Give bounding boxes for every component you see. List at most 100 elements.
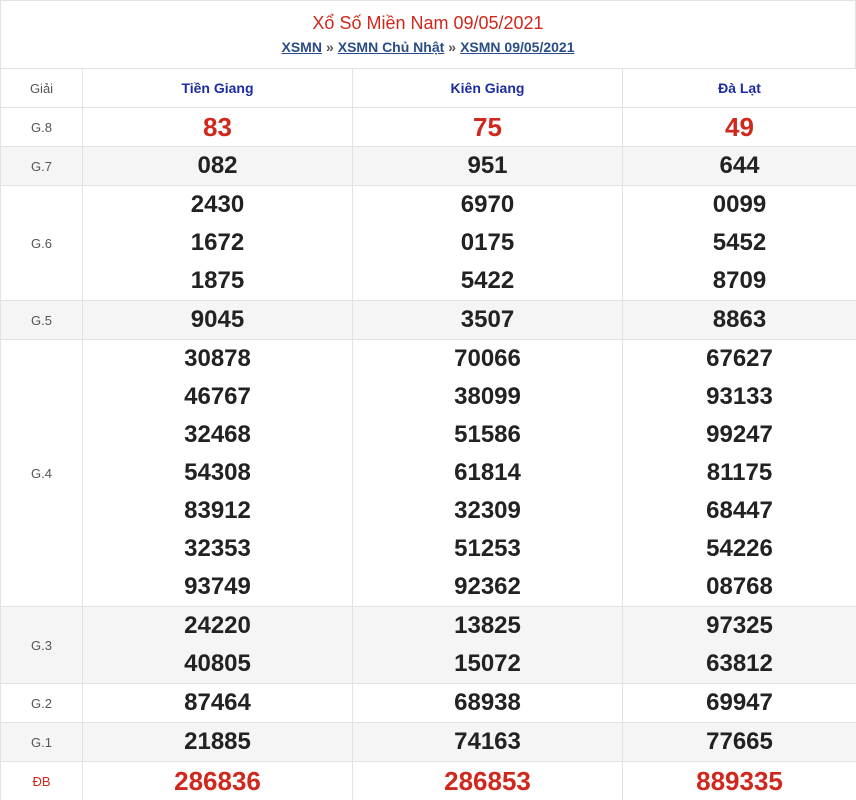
prize-label: G.5 xyxy=(0,300,83,340)
prize-label: G.7 xyxy=(0,146,83,186)
winning-number: 40805 xyxy=(184,650,251,677)
result-cell: 3507 xyxy=(352,300,623,340)
winning-number: 082 xyxy=(197,152,238,179)
winning-number: 38099 xyxy=(454,383,521,410)
winning-number: 13825 xyxy=(454,612,521,639)
winning-number: 74163 xyxy=(454,728,521,755)
result-cell: 30878 46767 32468 54308 83912 32353 93749 xyxy=(82,339,353,607)
prize-label: G.1 xyxy=(0,722,83,762)
winning-number: 61814 xyxy=(454,459,521,486)
winning-number: 51586 xyxy=(454,421,521,448)
table-header-row: Giải Tiền Giang Kiên Giang Đà Lạt xyxy=(0,68,856,108)
result-cell: 67627 93133 99247 81175 68447 54226 08768 xyxy=(622,339,856,607)
result-cell: 286853 xyxy=(352,761,623,800)
winning-number: 83912 xyxy=(184,497,251,524)
winning-number: 0175 xyxy=(460,229,515,256)
winning-number: 286836 xyxy=(174,766,261,796)
province-header-da-lat: Đà Lạt xyxy=(622,68,856,108)
winning-number: 6970 xyxy=(460,191,515,218)
winning-number: 68447 xyxy=(706,497,773,524)
result-cell: 644 xyxy=(622,146,856,186)
result-cell: 87464 xyxy=(82,683,353,723)
result-cell: 951 xyxy=(352,146,623,186)
prize-label: ĐB xyxy=(0,761,83,800)
winning-number: 2430 xyxy=(190,191,245,218)
winning-number: 1672 xyxy=(190,229,245,256)
prize-label: G.2 xyxy=(0,683,83,723)
breadcrumb-link-xsmn[interactable]: XSMN xyxy=(281,39,321,55)
winning-number: 83 xyxy=(203,112,232,142)
winning-number: 99247 xyxy=(706,421,773,448)
result-cell: 082 xyxy=(82,146,353,186)
result-cell: 24220 40805 xyxy=(82,606,353,684)
breadcrumb-link-xsmn-date[interactable]: XSMN 09/05/2021 xyxy=(460,39,574,55)
winning-number: 1875 xyxy=(190,267,245,294)
result-cell: 68938 xyxy=(352,683,623,723)
winning-number: 286853 xyxy=(444,766,531,796)
breadcrumb-link-xsmn-sunday[interactable]: XSMN Chủ Nhật xyxy=(338,39,445,55)
prize-label: G.3 xyxy=(0,606,83,684)
result-cell: 13825 15072 xyxy=(352,606,623,684)
winning-number: 08768 xyxy=(706,573,773,600)
winning-number: 5422 xyxy=(460,267,515,294)
prize-row: ĐB 286836 286853 889335 xyxy=(0,761,856,800)
winning-number: 81175 xyxy=(706,459,773,486)
winning-number: 70066 xyxy=(454,345,521,372)
winning-number: 49 xyxy=(725,112,754,142)
prize-row: G.3 24220 40805 13825 15072 97325 63812 xyxy=(0,606,856,684)
result-cell: 8863 xyxy=(622,300,856,340)
winning-number: 93133 xyxy=(706,383,773,410)
prize-row: G.7 082 951 644 xyxy=(0,146,856,186)
prize-label: G.8 xyxy=(0,107,83,147)
result-cell: 75 xyxy=(352,107,623,147)
winning-number: 97325 xyxy=(706,612,773,639)
winning-number: 32353 xyxy=(184,535,251,562)
winning-number: 8863 xyxy=(712,306,767,333)
prize-row: G.6 2430 1672 1875 6970 0175 5422 0099 5452 8709 xyxy=(0,185,856,301)
winning-number: 9045 xyxy=(190,306,245,333)
winning-number: 63812 xyxy=(706,650,773,677)
results-table: Giải Tiền Giang Kiên Giang Đà Lạt G.8 83 7… xyxy=(0,68,856,800)
winning-number: 5452 xyxy=(712,229,767,256)
breadcrumb-separator: » xyxy=(325,39,334,55)
prize-row: G.5 9045 3507 8863 xyxy=(0,300,856,340)
prize-label: G.4 xyxy=(0,339,83,607)
winning-number: 644 xyxy=(719,152,760,179)
result-cell: 2430 1672 1875 xyxy=(82,185,353,301)
result-cell: 49 xyxy=(622,107,856,147)
winning-number: 8709 xyxy=(712,267,767,294)
winning-number: 32468 xyxy=(184,421,251,448)
winning-number: 69947 xyxy=(706,689,773,716)
result-cell: 69947 xyxy=(622,683,856,723)
results-header: Xổ Số Miền Nam 09/05/2021 XSMN» XSMN Chủ … xyxy=(0,0,856,68)
page-title: Xổ Số Miền Nam 09/05/2021 xyxy=(312,13,544,33)
winning-number: 15072 xyxy=(454,650,521,677)
winning-number: 92362 xyxy=(454,573,521,600)
prize-row: G.1 21885 74163 77665 xyxy=(0,722,856,762)
winning-number: 30878 xyxy=(184,345,251,372)
result-cell: 77665 xyxy=(622,722,856,762)
winning-number: 32309 xyxy=(454,497,521,524)
results-body: G.8 83 75 49 G.7 082 951 644 G.6 2430 1672 1875 6970… xyxy=(0,107,856,800)
winning-number: 54308 xyxy=(184,459,251,486)
prize-label: G.6 xyxy=(0,185,83,301)
province-header-tien-giang: Tiền Giang xyxy=(82,68,353,108)
winning-number: 951 xyxy=(467,152,508,179)
result-cell: 0099 5452 8709 xyxy=(622,185,856,301)
winning-number: 75 xyxy=(473,112,502,142)
winning-number: 21885 xyxy=(184,728,251,755)
result-cell: 70066 38099 51586 61814 32309 51253 92362 xyxy=(352,339,623,607)
winning-number: 67627 xyxy=(706,345,773,372)
result-cell: 889335 xyxy=(622,761,856,800)
winning-number: 54226 xyxy=(706,535,773,562)
result-cell: 9045 xyxy=(82,300,353,340)
prize-row: G.4 30878 46767 32468 54308 83912 32353 93749 70… xyxy=(0,339,856,607)
result-cell: 74163 xyxy=(352,722,623,762)
winning-number: 3507 xyxy=(460,306,515,333)
winning-number: 889335 xyxy=(696,766,783,796)
prize-row: G.2 87464 68938 69947 xyxy=(0,683,856,723)
result-cell: 286836 xyxy=(82,761,353,800)
breadcrumb-separator: » xyxy=(448,39,457,55)
breadcrumb: XSMN» XSMN Chủ Nhật» XSMN 09/05/2021 xyxy=(1,38,855,56)
winning-number: 68938 xyxy=(454,689,521,716)
